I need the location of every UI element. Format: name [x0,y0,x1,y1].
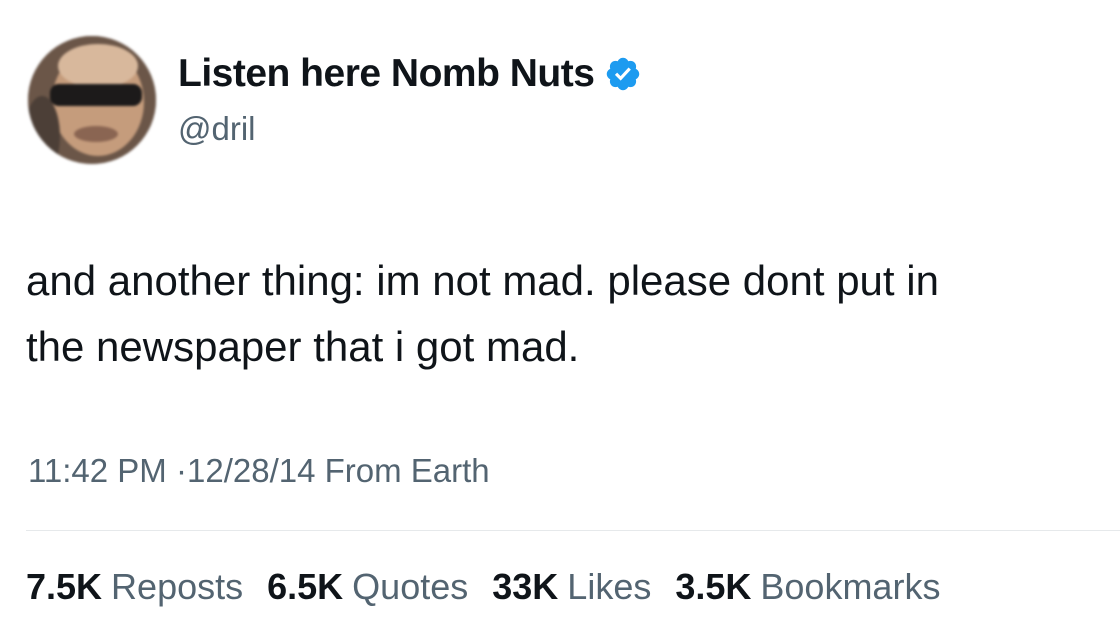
tweet-date[interactable]: 12/28/14 [187,452,315,489]
verified-badge-icon [607,57,640,91]
stat-count: 33K [492,566,559,607]
stat-count: 7.5K [26,566,103,607]
engagement-stats: 7.5K Reposts 6.5K Quotes 33K Likes 3.5K … [26,566,940,608]
stat-bookmarks[interactable]: 3.5K Bookmarks [675,566,940,608]
stat-count: 3.5K [675,566,752,607]
stat-label: Likes [567,566,652,607]
author-name-row: Listen here Nomb Nuts [178,52,642,96]
stat-label: Reposts [111,566,244,607]
stat-label: Bookmarks [760,566,941,607]
stat-label: Quotes [352,566,469,607]
tweet-text-line: the newspaper that i got mad. [26,323,580,370]
avatar[interactable] [28,36,156,164]
tweet-source: From Earth [324,452,490,489]
author-handle[interactable]: @dril [178,110,256,148]
tweet-time[interactable]: 11:42 PM [28,452,167,489]
stat-reposts[interactable]: 7.5K Reposts [26,566,243,608]
display-name[interactable]: Listen here Nomb Nuts [178,52,595,96]
tweet-meta: 11:42 PM ·12/28/14 From Earth [28,452,490,490]
meta-separator: · [175,452,187,489]
tweet-text-line: and another thing: im not mad. please do… [26,257,939,304]
divider [26,530,1120,531]
tweet-text: and another thing: im not mad. please do… [26,248,1120,380]
tweet-card: Listen here Nomb Nuts @dril and another … [0,0,1120,620]
stat-count: 6.5K [267,566,344,607]
stat-likes[interactable]: 33K Likes [492,566,651,608]
stat-quotes[interactable]: 6.5K Quotes [267,566,468,608]
profile-photo-icon [28,36,156,164]
